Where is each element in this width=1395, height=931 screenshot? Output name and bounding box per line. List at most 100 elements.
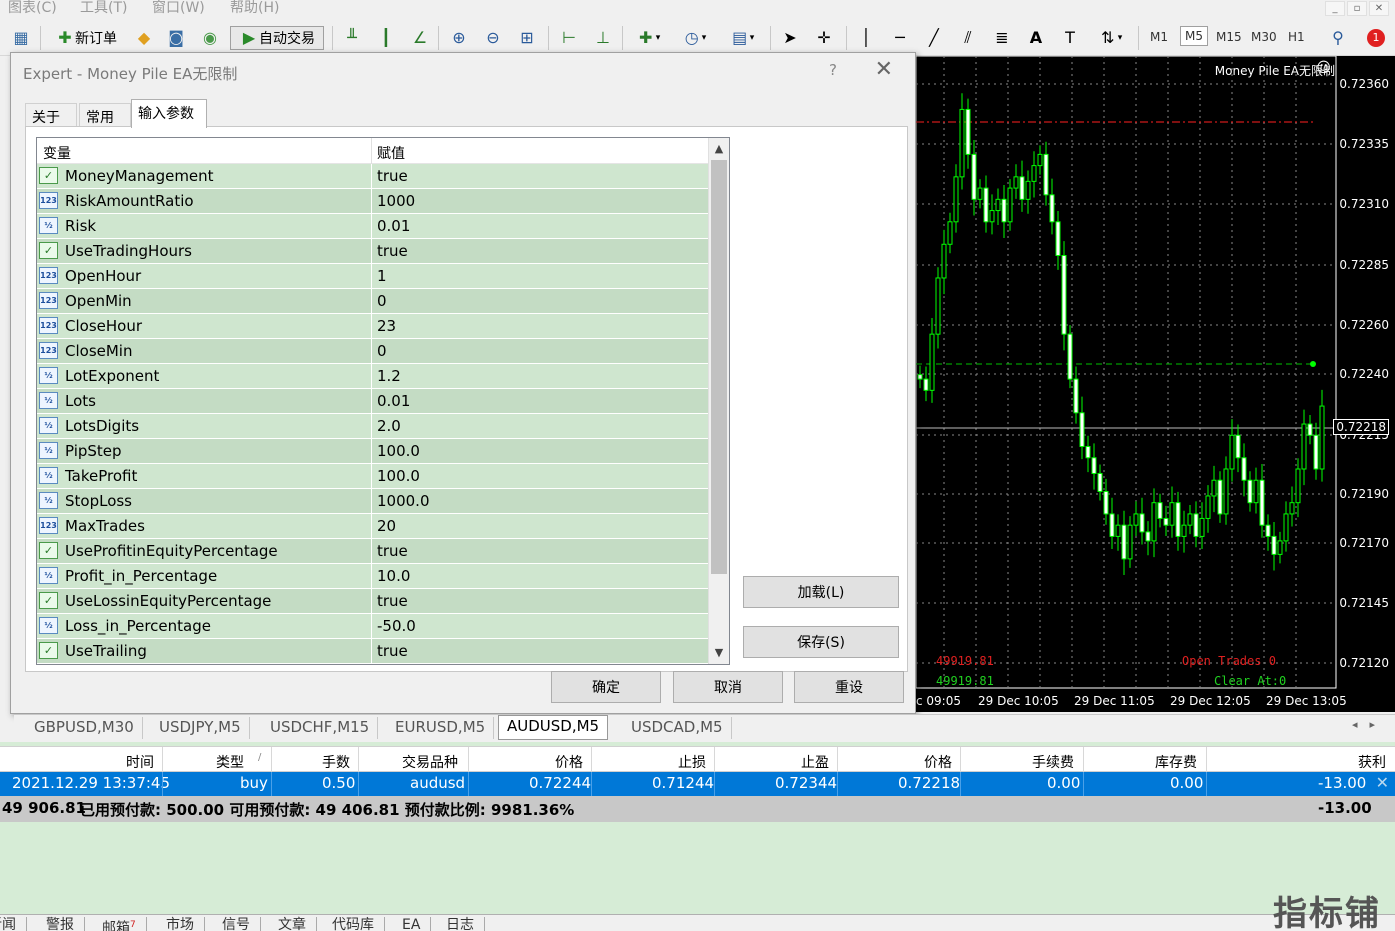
- tab-codebase[interactable]: 代码库: [332, 917, 385, 931]
- arrows-icon[interactable]: ⇅ ▾: [1092, 26, 1128, 50]
- param-value[interactable]: 0: [377, 292, 387, 310]
- param-row[interactable]: ½ PipStep 100.0: [37, 439, 709, 464]
- restore-icon[interactable]: ▫: [1347, 1, 1367, 16]
- column-time[interactable]: 时间: [126, 752, 154, 772]
- column-price[interactable]: 价格: [924, 752, 952, 772]
- param-row[interactable]: ✓ UseTrailing true: [37, 639, 709, 664]
- close-icon[interactable]: ✕: [875, 57, 893, 82]
- periodicity-icon[interactable]: ◷ ▾: [676, 26, 712, 50]
- tab-articles[interactable]: 文章: [278, 917, 317, 931]
- minimize-icon[interactable]: _: [1325, 1, 1345, 16]
- tab-about[interactable]: 关于: [25, 103, 77, 127]
- param-value[interactable]: 2.0: [377, 417, 401, 435]
- param-value[interactable]: 100.0: [377, 442, 420, 460]
- signals-icon[interactable]: ◉: [198, 26, 222, 50]
- param-value[interactable]: -50.0: [377, 617, 416, 635]
- param-row[interactable]: ½ Loss_in_Percentage -50.0: [37, 614, 709, 639]
- symbol-tab[interactable]: GBPUSD,M30: [26, 717, 143, 739]
- equidistant-channel-icon[interactable]: ⫽: [956, 26, 980, 50]
- param-value[interactable]: true: [377, 167, 408, 185]
- symbol-tab[interactable]: USDCAD,M5: [623, 717, 732, 739]
- candlestick-icon[interactable]: ┃: [374, 26, 398, 50]
- metaeditor-icon[interactable]: ◆: [132, 26, 156, 50]
- param-value[interactable]: true: [377, 642, 408, 660]
- param-row[interactable]: ½ TakeProfit 100.0: [37, 464, 709, 489]
- help-icon[interactable]: ?: [829, 61, 837, 79]
- timeframe-m30[interactable]: M30: [1251, 30, 1277, 44]
- param-row[interactable]: 123 CloseHour 23: [37, 314, 709, 339]
- param-row[interactable]: 123 OpenMin 0: [37, 289, 709, 314]
- param-value[interactable]: 1000.0: [377, 492, 430, 510]
- trade-row[interactable]: 2021.12.29 13:37:45 buy 0.50 audusd 0.72…: [0, 772, 1395, 796]
- reset-button[interactable]: 重设: [794, 671, 904, 703]
- column-variable[interactable]: 变量: [43, 143, 71, 163]
- cancel-button[interactable]: 取消: [673, 671, 783, 703]
- timeframe-m1[interactable]: M1: [1150, 30, 1168, 44]
- tab-journal[interactable]: 日志: [446, 917, 485, 931]
- param-value[interactable]: 1.2: [377, 367, 401, 385]
- horizontal-line-icon[interactable]: ─: [888, 26, 912, 50]
- column-open-price[interactable]: 价格: [555, 752, 583, 772]
- param-row[interactable]: ✓ MoneyManagement true: [37, 164, 709, 189]
- zoom-out-icon[interactable]: ⊖: [480, 26, 506, 50]
- trendline-icon[interactable]: ╱: [922, 26, 946, 50]
- close-order-icon[interactable]: ✕: [1376, 773, 1389, 792]
- timeframe-m5[interactable]: M5: [1180, 26, 1208, 46]
- symbol-tab[interactable]: EURUSD,M5: [387, 717, 495, 739]
- param-value[interactable]: true: [377, 242, 408, 260]
- column-value[interactable]: 赋值: [377, 143, 405, 163]
- symbol-tab[interactable]: USDJPY,M5: [151, 717, 250, 739]
- param-row[interactable]: ½ Profit_in_Percentage 10.0: [37, 564, 709, 589]
- price-chart[interactable]: ☺ Money Pile EA无限制 0.72360 0.72335 0.723…: [916, 56, 1395, 712]
- notifications-icon[interactable]: 1: [1362, 26, 1390, 50]
- param-row[interactable]: 123 OpenHour 1: [37, 264, 709, 289]
- param-value[interactable]: 1: [377, 267, 387, 285]
- timeframe-m15[interactable]: M15: [1216, 30, 1242, 44]
- param-value[interactable]: 100.0: [377, 467, 420, 485]
- param-row[interactable]: ½ LotExponent 1.2: [37, 364, 709, 389]
- crosshair-icon[interactable]: ✛: [812, 26, 836, 50]
- menu-chart[interactable]: 图表(C): [8, 0, 57, 16]
- param-row[interactable]: ½ Lots 0.01: [37, 389, 709, 414]
- symbol-tab[interactable]: USDCHF,M15: [262, 717, 379, 739]
- new-order-button[interactable]: ✚ 新订单: [48, 26, 124, 50]
- fibonacci-icon[interactable]: ≣: [990, 26, 1014, 50]
- param-row[interactable]: ✓ UseTradingHours true: [37, 239, 709, 264]
- line-chart-icon[interactable]: ∠: [408, 26, 432, 50]
- vertical-scrollbar[interactable]: ▲ ▼: [708, 138, 729, 664]
- column-sl[interactable]: 止损: [678, 752, 706, 772]
- menu-tools[interactable]: 工具(T): [80, 0, 127, 16]
- timeframe-h1[interactable]: H1: [1288, 30, 1305, 44]
- save-button[interactable]: 保存(S): [743, 626, 899, 658]
- chart-shift-icon[interactable]: ⊢: [556, 26, 582, 50]
- load-button[interactable]: 加载(L): [743, 576, 899, 608]
- param-value[interactable]: 23: [377, 317, 396, 335]
- tab-mailbox[interactable]: 邮箱7: [102, 917, 147, 931]
- param-row[interactable]: ½ LotsDigits 2.0: [37, 414, 709, 439]
- param-row[interactable]: ½ Risk 0.01: [37, 214, 709, 239]
- indicators-icon[interactable]: ✚ ▾: [630, 26, 666, 50]
- menu-window[interactable]: 窗口(W): [152, 0, 205, 16]
- close-icon[interactable]: ✕: [1369, 1, 1389, 16]
- column-commission[interactable]: 手续费: [1032, 752, 1074, 772]
- auto-trading-button[interactable]: ▶ 自动交易: [230, 26, 324, 50]
- search-icon[interactable]: ⚲: [1326, 26, 1350, 50]
- navigator-icon[interactable]: ◙: [164, 26, 188, 50]
- param-value[interactable]: 0.01: [377, 217, 410, 235]
- vertical-line-icon[interactable]: │: [854, 26, 878, 50]
- param-value[interactable]: true: [377, 542, 408, 560]
- param-row[interactable]: 123 CloseMin 0: [37, 339, 709, 364]
- text-icon[interactable]: A: [1024, 26, 1048, 50]
- tab-signals[interactable]: 信号: [222, 917, 261, 931]
- column-lots[interactable]: 手数: [322, 752, 350, 772]
- column-swap[interactable]: 库存费: [1155, 752, 1197, 772]
- symbol-tab-active[interactable]: AUDUSD,M5: [498, 715, 609, 740]
- auto-scroll-icon[interactable]: ⊥: [590, 26, 616, 50]
- param-value[interactable]: 0.01: [377, 392, 410, 410]
- templates-icon[interactable]: ▤ ▾: [722, 26, 762, 50]
- column-profit[interactable]: 获利: [1358, 752, 1386, 772]
- column-symbol[interactable]: 交易品种: [402, 752, 458, 772]
- tab-scroll-icon[interactable]: ◂▸: [1352, 718, 1387, 731]
- param-value[interactable]: true: [377, 592, 408, 610]
- param-row[interactable]: ✓ UseProfitinEquityPercentage true: [37, 539, 709, 564]
